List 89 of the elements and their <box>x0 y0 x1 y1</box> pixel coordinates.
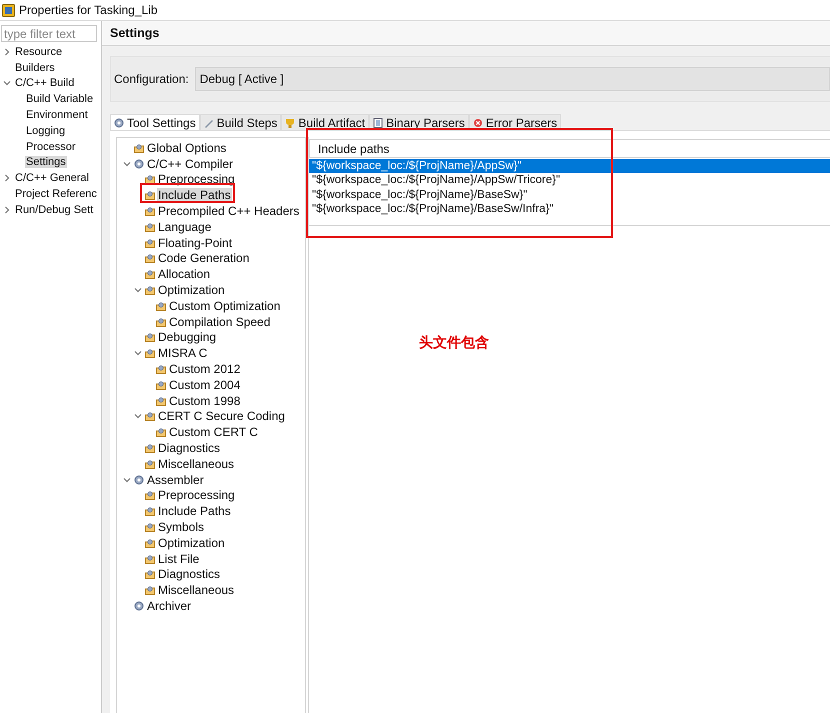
tree-item[interactable]: List File <box>157 552 200 566</box>
tree-item[interactable]: Code Generation <box>157 251 250 266</box>
configuration-label: Configuration: <box>114 72 189 86</box>
tree-item[interactable]: Diagnostics <box>157 567 222 582</box>
filter-field[interactable]: type filter text <box>1 25 97 42</box>
folder-gear-icon <box>145 490 155 500</box>
tree-item[interactable]: Preprocessing <box>157 172 236 186</box>
folder-gear-icon <box>145 506 155 516</box>
tree-item[interactable]: Miscellaneous <box>157 583 236 598</box>
folder-gear-icon <box>145 538 155 548</box>
folder-gear-icon <box>145 253 155 264</box>
trophy-icon <box>285 118 296 128</box>
window-title: Properties for Tasking_Lib <box>19 3 158 17</box>
list-item[interactable]: "${workspace_loc:/${ProjName}/AppSw}" <box>309 159 830 174</box>
tab[interactable]: Build Artifact <box>281 114 370 130</box>
tree-item[interactable]: MISRA C <box>157 346 208 360</box>
tree-item[interactable]: CERT C Secure Coding <box>157 409 286 424</box>
tree-item[interactable]: Allocation <box>157 267 212 282</box>
nav-item[interactable]: Resource <box>14 46 64 58</box>
tab[interactable]: Tool Settings <box>110 114 200 130</box>
folder-gear-icon <box>156 396 166 406</box>
gear-icon <box>134 474 144 485</box>
nav-item[interactable]: Builders <box>14 62 56 74</box>
tree-item[interactable]: Global Options <box>146 140 228 155</box>
tree-item[interactable]: Custom Optimization <box>168 298 282 313</box>
tree-item[interactable]: Custom 2012 <box>168 362 242 376</box>
error-icon <box>472 118 483 128</box>
tree-item[interactable]: Custom 2004 <box>168 378 242 392</box>
folder-gear-icon <box>145 569 155 580</box>
tree-item[interactable]: Optimization <box>157 283 226 298</box>
nav-item[interactable]: C/C++ Build <box>14 77 76 90</box>
tree-item[interactable]: Custom 1998 <box>168 394 242 408</box>
tree-item[interactable]: Include Paths <box>157 188 232 202</box>
folder-gear-icon <box>156 380 166 390</box>
folder-gear-icon <box>145 206 155 216</box>
folder-gear-icon <box>145 522 155 532</box>
annotation-text: 头文件包含 <box>419 334 489 352</box>
folder-gear-icon <box>156 364 166 374</box>
tree-item[interactable]: Symbols <box>157 520 206 534</box>
tree-item[interactable]: Floating-Point <box>157 236 234 250</box>
app-icon <box>2 4 15 16</box>
tree-item[interactable]: Miscellaneous <box>157 456 236 471</box>
folder-gear-icon <box>145 411 155 422</box>
document-icon <box>373 118 384 128</box>
tab[interactable]: Build Steps <box>200 114 282 130</box>
nav-item[interactable]: Run/Debug Sett <box>14 204 94 216</box>
tree-item[interactable]: Debugging <box>157 330 218 344</box>
folder-gear-icon <box>145 443 155 454</box>
nav-item[interactable]: Environment <box>25 109 89 122</box>
tree-item[interactable]: Assembler <box>146 472 205 487</box>
nav-item[interactable]: Build Variable <box>25 93 94 106</box>
tree-item[interactable]: Optimization <box>157 536 226 550</box>
folder-gear-icon <box>145 348 155 358</box>
nav-item[interactable]: Logging <box>25 124 66 137</box>
nav-item[interactable]: Project Referenc <box>14 188 98 200</box>
nav-item[interactable]: C/C++ General <box>14 172 90 184</box>
gear-icon <box>134 158 144 169</box>
tree-item[interactable]: Precompiled C++ Headers <box>157 204 300 218</box>
page-title: Settings <box>110 26 160 40</box>
gear-icon <box>114 118 124 128</box>
folder-gear-icon <box>145 458 155 469</box>
folder-gear-icon <box>156 316 166 327</box>
tree-item[interactable]: Preprocessing <box>157 488 236 502</box>
folder-gear-icon <box>145 285 155 296</box>
tree-item[interactable]: Archiver <box>146 599 192 613</box>
folder-gear-icon <box>145 585 155 596</box>
nav-item[interactable]: Processor <box>25 140 77 153</box>
list-item[interactable]: "${workspace_loc:/${ProjName}/AppSw/Tricore}" <box>309 173 830 188</box>
tree-item[interactable]: Include Paths <box>157 504 232 518</box>
folder-gear-icon <box>156 300 166 311</box>
list-header: Include paths <box>309 139 830 158</box>
tree-item[interactable]: Custom CERT C <box>168 425 259 440</box>
folder-gear-icon <box>145 269 155 280</box>
folder-gear-icon <box>145 222 155 232</box>
tree-item[interactable]: Diagnostics <box>157 441 222 456</box>
list-item[interactable]: "${workspace_loc:/${ProjName}/BaseSw/Infra}" <box>309 202 830 216</box>
tree-item[interactable]: Compilation Speed <box>168 314 272 329</box>
folder-gear-icon <box>145 238 155 248</box>
folder-gear-icon <box>145 332 155 342</box>
folder-gear-icon <box>145 554 155 564</box>
folder-gear-icon <box>134 142 144 153</box>
list-item[interactable]: "${workspace_loc:/${ProjName}/BaseSw}" <box>309 188 830 202</box>
gear-icon <box>134 601 144 611</box>
configuration-dropdown[interactable]: Debug [ Active ] <box>194 67 830 91</box>
tree-item[interactable]: Language <box>157 220 212 234</box>
folder-gear-icon <box>156 427 166 438</box>
tree-item[interactable]: C/C++ Compiler <box>146 156 234 171</box>
folder-gear-icon <box>145 190 155 200</box>
nav-item[interactable]: Settings <box>25 156 67 168</box>
